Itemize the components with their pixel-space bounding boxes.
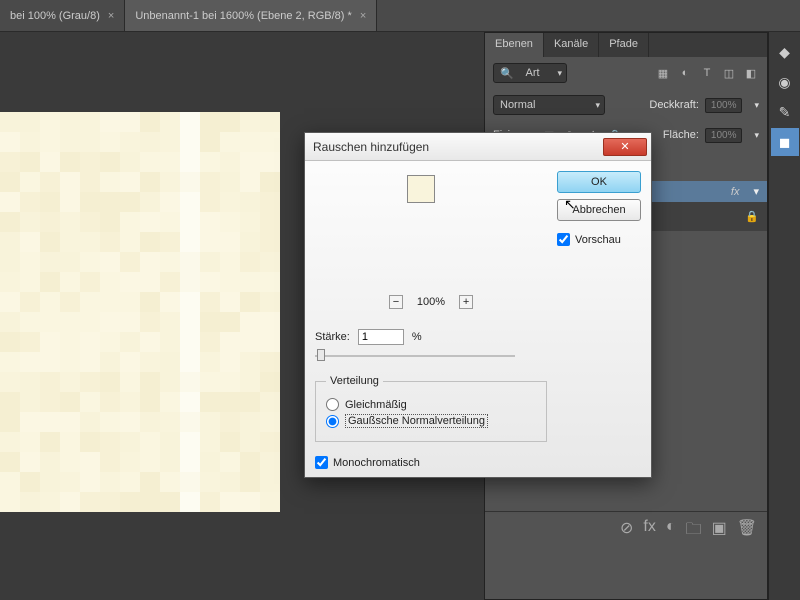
panel-tab-paths[interactable]: Pfade bbox=[599, 33, 649, 57]
fill-label: Fläche: bbox=[663, 129, 699, 141]
lock-icon: 🔒 bbox=[745, 210, 759, 223]
chevron-down-icon[interactable]: ▾ bbox=[753, 185, 759, 198]
slider-track bbox=[315, 355, 515, 357]
uniform-label: Gleichmäßig bbox=[345, 399, 407, 411]
chevron-down-icon: ▾ bbox=[754, 100, 759, 111]
document-tabs: bei 100% (Grau/8) × Unbenannt-1 bei 1600… bbox=[0, 0, 800, 32]
close-icon[interactable]: × bbox=[108, 10, 114, 22]
strip-active-icon[interactable]: ◼ bbox=[771, 128, 799, 156]
filter-shape-icon[interactable]: ◫ bbox=[721, 65, 737, 81]
strength-input[interactable] bbox=[358, 329, 404, 345]
preview-checkbox[interactable] bbox=[557, 233, 570, 246]
strength-slider[interactable] bbox=[315, 349, 515, 363]
filter-pixel-icon[interactable]: ▦ bbox=[655, 65, 671, 81]
panel-tab-channels[interactable]: Kanäle bbox=[544, 33, 599, 57]
tab-doc-1[interactable]: bei 100% (Grau/8) × bbox=[0, 0, 125, 31]
distribution-group: Verteilung Gleichmäßig Gaußsche Normalve… bbox=[315, 375, 547, 442]
dialog-close-button[interactable]: ✕ bbox=[603, 138, 647, 156]
chevron-down-icon: ▾ bbox=[754, 130, 759, 141]
opacity-label: Deckkraft: bbox=[649, 99, 699, 111]
uniform-radio[interactable] bbox=[326, 398, 339, 411]
zoom-value: 100% bbox=[417, 296, 445, 308]
zoom-in-button[interactable]: + bbox=[459, 295, 473, 309]
strength-unit: % bbox=[412, 331, 422, 343]
panel-tab-layers[interactable]: Ebenen bbox=[485, 33, 544, 57]
mask-icon[interactable]: ◐ bbox=[666, 518, 676, 545]
zoom-out-button[interactable]: − bbox=[389, 295, 403, 309]
tab-label: bei 100% (Grau/8) bbox=[10, 10, 100, 22]
opacity-value[interactable]: 100% bbox=[705, 98, 743, 113]
filter-type-icon[interactable]: T bbox=[699, 65, 715, 81]
layer-filter-select[interactable]: 🔍 Art ▾ bbox=[493, 63, 567, 83]
slider-thumb[interactable] bbox=[317, 349, 325, 361]
strip-paths-icon[interactable]: ✎ bbox=[771, 98, 799, 126]
gaussian-radio[interactable] bbox=[326, 415, 339, 428]
filter-adjust-icon[interactable]: ◐ bbox=[677, 65, 693, 81]
fx-button-icon[interactable]: fx bbox=[643, 518, 655, 545]
chevron-down-icon: ▾ bbox=[557, 68, 562, 79]
canvas-content bbox=[0, 112, 280, 512]
add-noise-dialog: Rauschen hinzufügen ✕ − 100% + Stärke: %… bbox=[304, 132, 652, 478]
tab-doc-2[interactable]: Unbenannt-1 bei 1600% (Ebene 2, RGB/8) *… bbox=[125, 0, 377, 31]
gaussian-label: Gaußsche Normalverteilung bbox=[345, 414, 488, 428]
filter-smart-icon[interactable]: ◧ bbox=[743, 65, 759, 81]
cancel-button[interactable]: Abbrechen bbox=[557, 199, 641, 221]
new-group-icon[interactable]: 🗀 bbox=[686, 518, 702, 545]
search-icon: 🔍 bbox=[500, 67, 514, 80]
fill-value[interactable]: 100% bbox=[705, 128, 743, 143]
panel-footer: ⊘ fx ◐ 🗀 ▣ 🗑 bbox=[485, 511, 767, 551]
blend-mode-select[interactable]: Normal ▾ bbox=[493, 95, 605, 115]
monochromatic-checkbox[interactable] bbox=[315, 456, 328, 469]
strength-label: Stärke: bbox=[315, 331, 350, 343]
strip-layers-icon[interactable]: ◆ bbox=[771, 38, 799, 66]
new-layer-icon[interactable]: ▣ bbox=[712, 518, 727, 545]
ok-button[interactable]: OK bbox=[557, 171, 641, 193]
dialog-titlebar[interactable]: Rauschen hinzufügen ✕ bbox=[305, 133, 651, 161]
chevron-down-icon: ▾ bbox=[595, 100, 600, 111]
tab-label: Unbenannt-1 bei 1600% (Ebene 2, RGB/8) * bbox=[135, 10, 351, 22]
monochromatic-label: Monochromatisch bbox=[333, 457, 420, 469]
link-layers-icon[interactable]: ⊘ bbox=[620, 518, 633, 545]
preview-thumbnail bbox=[407, 175, 435, 203]
trash-icon[interactable]: 🗑 bbox=[737, 518, 757, 545]
distribution-legend: Verteilung bbox=[326, 375, 383, 387]
palette-strip: ◆ ◉ ✎ ◼ bbox=[768, 32, 800, 600]
fx-icon[interactable]: fx bbox=[731, 186, 740, 198]
strip-channels-icon[interactable]: ◉ bbox=[771, 68, 799, 96]
close-icon[interactable]: × bbox=[360, 10, 366, 22]
dialog-title: Rauschen hinzufügen bbox=[313, 140, 603, 154]
preview-label: Vorschau bbox=[575, 234, 621, 246]
